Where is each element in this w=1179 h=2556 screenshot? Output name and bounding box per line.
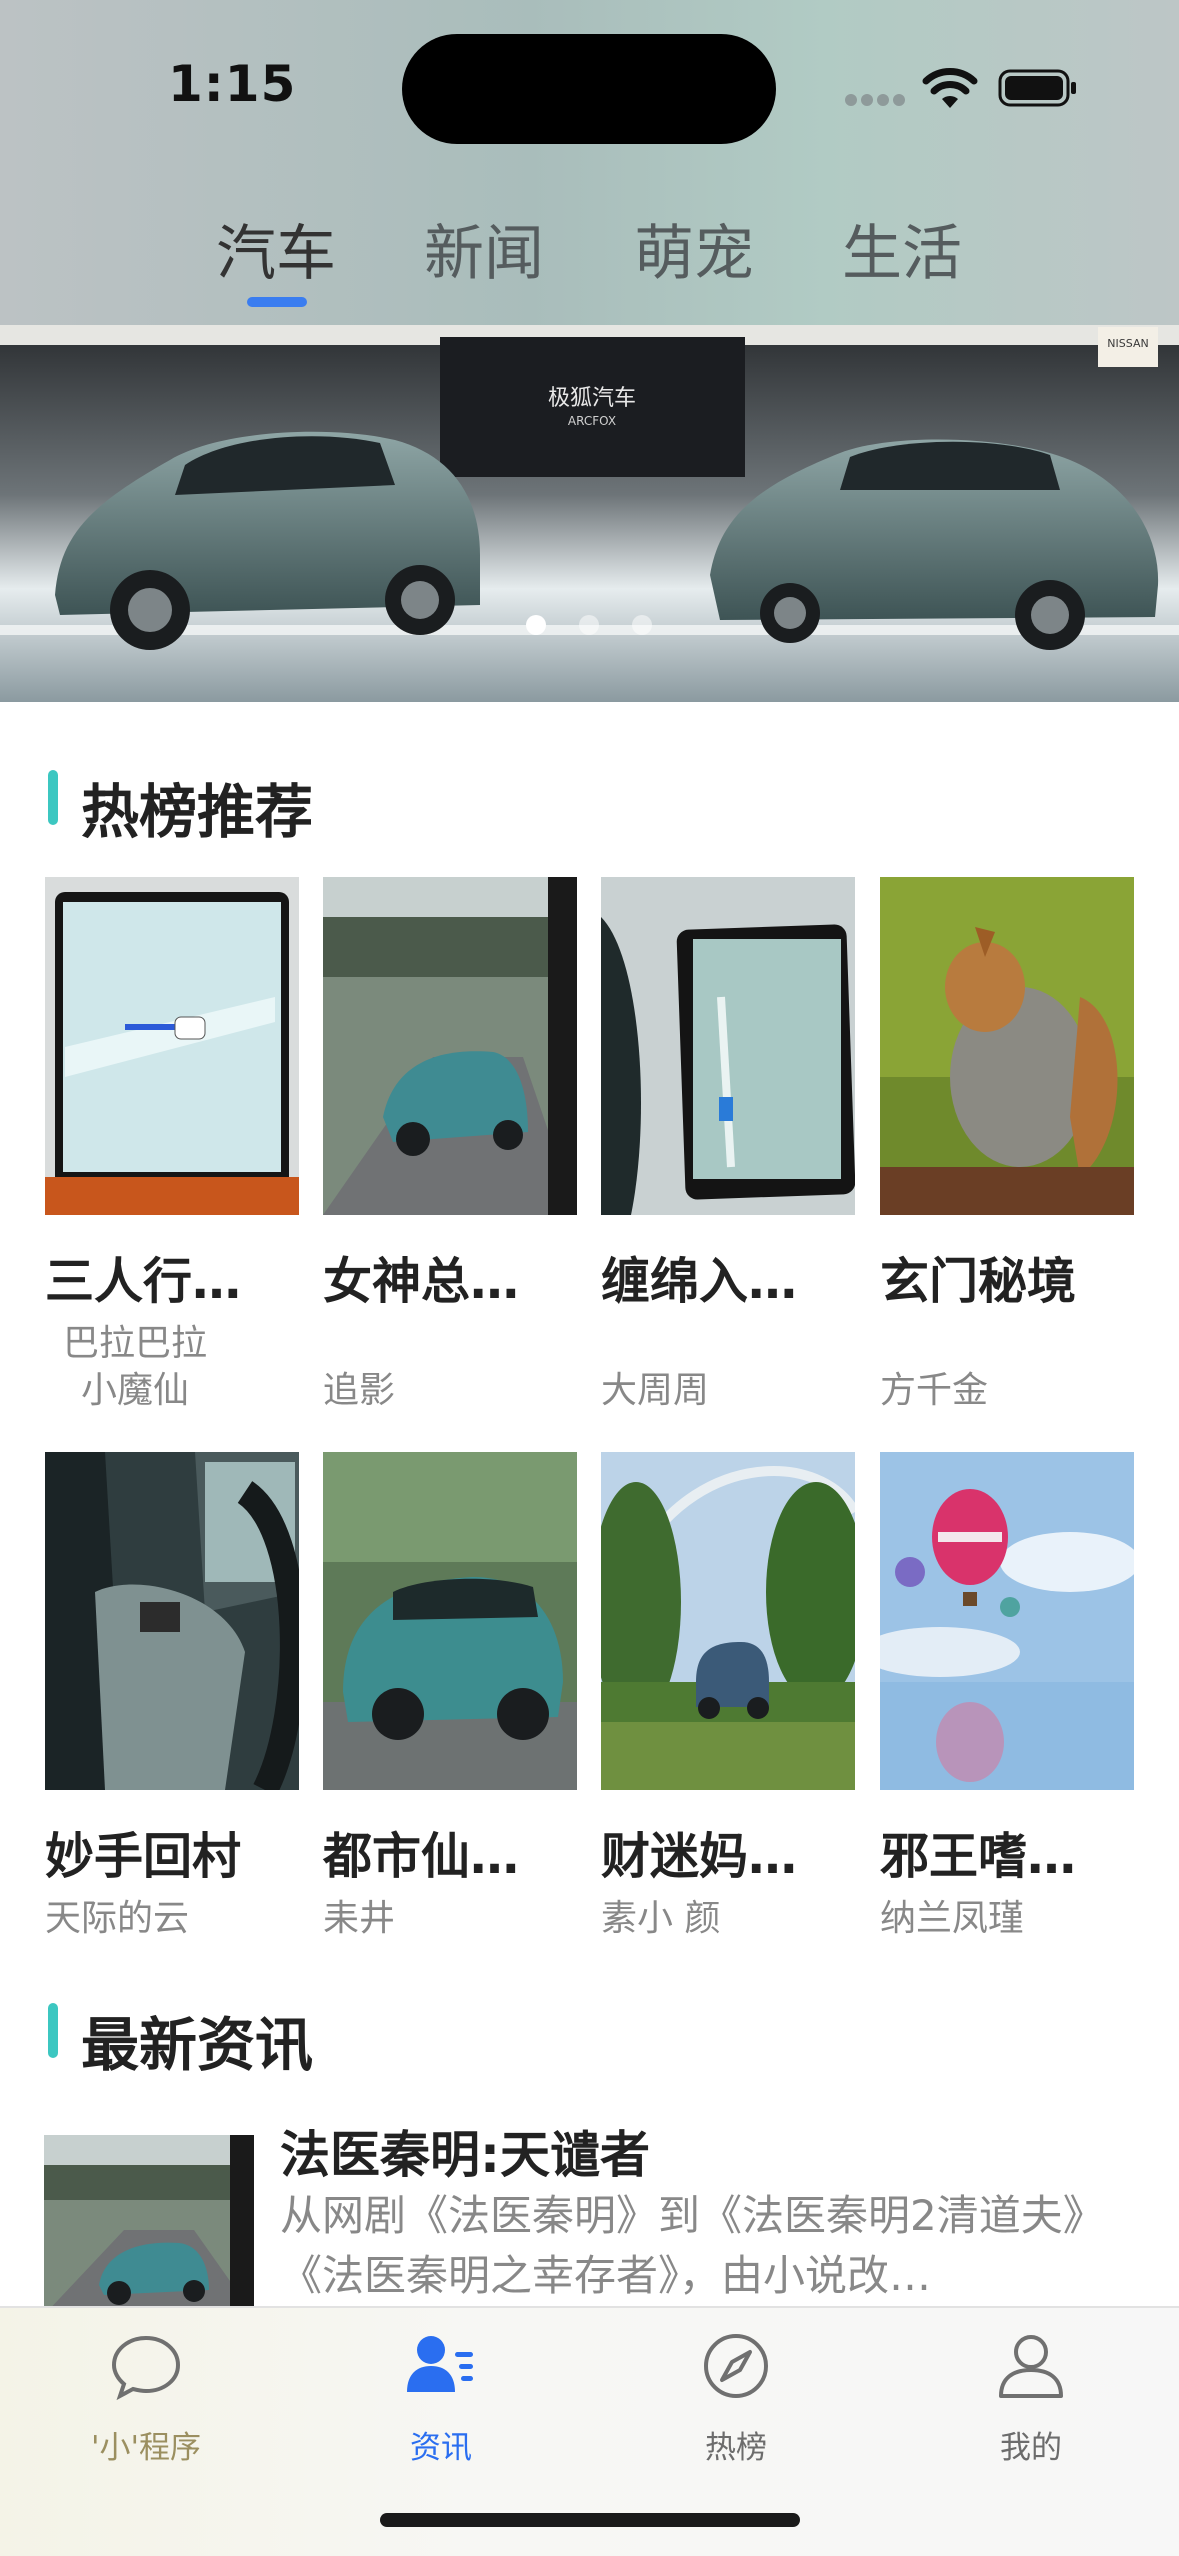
card-thumbnail [323, 877, 577, 1215]
card-title: 玄门秘境 [880, 1253, 1077, 1310]
news-description: 从网剧《法医秦明》到《法医秦明2清道夫》《法医秦明之幸存者》，由小说改… [280, 2191, 1105, 2300]
tab-news[interactable]: 新闻 [424, 205, 544, 292]
news-thumbnail[interactable] [44, 2135, 254, 2315]
tabbar-item-news[interactable]: 资讯 [351, 2330, 531, 2470]
tabbar-label: '小'程序 [90, 2430, 202, 2466]
card-author: 小魔仙 [81, 1370, 190, 1411]
active-tab-indicator [247, 297, 307, 307]
section-accent-bar [48, 770, 58, 825]
signal-icon [845, 94, 905, 106]
user-list-icon [407, 2336, 473, 2392]
tab-car[interactable]: 汽车 [216, 205, 336, 292]
card-title: 缠绵入… [601, 1253, 798, 1310]
page-dot[interactable] [579, 615, 599, 635]
banner-brand-sub: ARCFOX [568, 414, 616, 428]
card-thumbnail [880, 1452, 1134, 1790]
card-thumbnail [601, 877, 855, 1215]
tabbar-label: 热榜 [705, 2430, 767, 2466]
chat-bubble-icon [111, 2335, 181, 2401]
banner-image: 极狐汽车 ARCFOX NISSAN [0, 325, 1179, 702]
card-thumbnail [601, 1452, 855, 1790]
card-author: 耒井 [323, 1898, 396, 1939]
tab-pets[interactable]: 萌宠 [634, 205, 754, 292]
tabbar-label: 资讯 [410, 2430, 472, 2466]
card-title: 邪王嗜… [880, 1828, 1077, 1885]
header: 1:15 汽车 新闻 萌宠 生活 [0, 0, 1179, 325]
person-icon [999, 2335, 1063, 2398]
card-title: 妙手回村 [45, 1828, 242, 1885]
section-title: 最新资讯 [81, 2011, 314, 2079]
card-title: 三人行… [45, 1253, 242, 1310]
card-author: 纳兰凤瑾 [880, 1898, 1025, 1939]
card-author: 巴拉巴拉 [63, 1323, 208, 1364]
battery-icon [998, 69, 1076, 107]
tabbar-item-me[interactable]: 我的 [941, 2330, 1121, 2470]
card-title: 女神总… [323, 1253, 520, 1310]
card-author: 追影 [323, 1370, 396, 1411]
home-indicator[interactable] [380, 2513, 800, 2527]
status-time: 1:15 [168, 55, 297, 113]
compass-icon [704, 2334, 768, 2398]
card-title: 都市仙… [323, 1828, 520, 1885]
page-dot[interactable] [526, 615, 546, 635]
card-author: 天际的云 [45, 1898, 190, 1939]
dynamic-island [402, 34, 776, 144]
card-author: 方千金 [880, 1370, 989, 1411]
news-title[interactable]: 法医秦明:天谴者 [280, 2115, 650, 2187]
card-title: 财迷妈… [601, 1828, 798, 1885]
section-title: 热榜推荐 [81, 778, 314, 846]
wifi-icon [922, 68, 978, 108]
card-author: 素小 颜 [601, 1898, 721, 1939]
card-thumbnail [880, 877, 1134, 1215]
card-thumbnail [45, 877, 299, 1215]
banner-brand-text: 极狐汽车 [548, 386, 636, 411]
banner-carousel[interactable]: 极狐汽车 ARCFOX NISSAN [0, 325, 1179, 702]
banner-dealer-sign: NISSAN [1107, 337, 1148, 350]
page-dot[interactable] [632, 615, 652, 635]
category-tabs: 汽车 新闻 萌宠 生活 [0, 205, 1179, 315]
card-author: 大周周 [601, 1370, 710, 1411]
section-accent-bar [48, 2003, 58, 2058]
tab-life[interactable]: 生活 [842, 205, 962, 292]
tabbar-label: 我的 [1000, 2430, 1062, 2466]
tabbar-item-miniprogram[interactable]: '小'程序 [56, 2330, 236, 2470]
tabbar-item-hot[interactable]: 热榜 [646, 2330, 826, 2470]
card-thumbnail [323, 1452, 577, 1790]
card-thumbnail [45, 1452, 299, 1790]
